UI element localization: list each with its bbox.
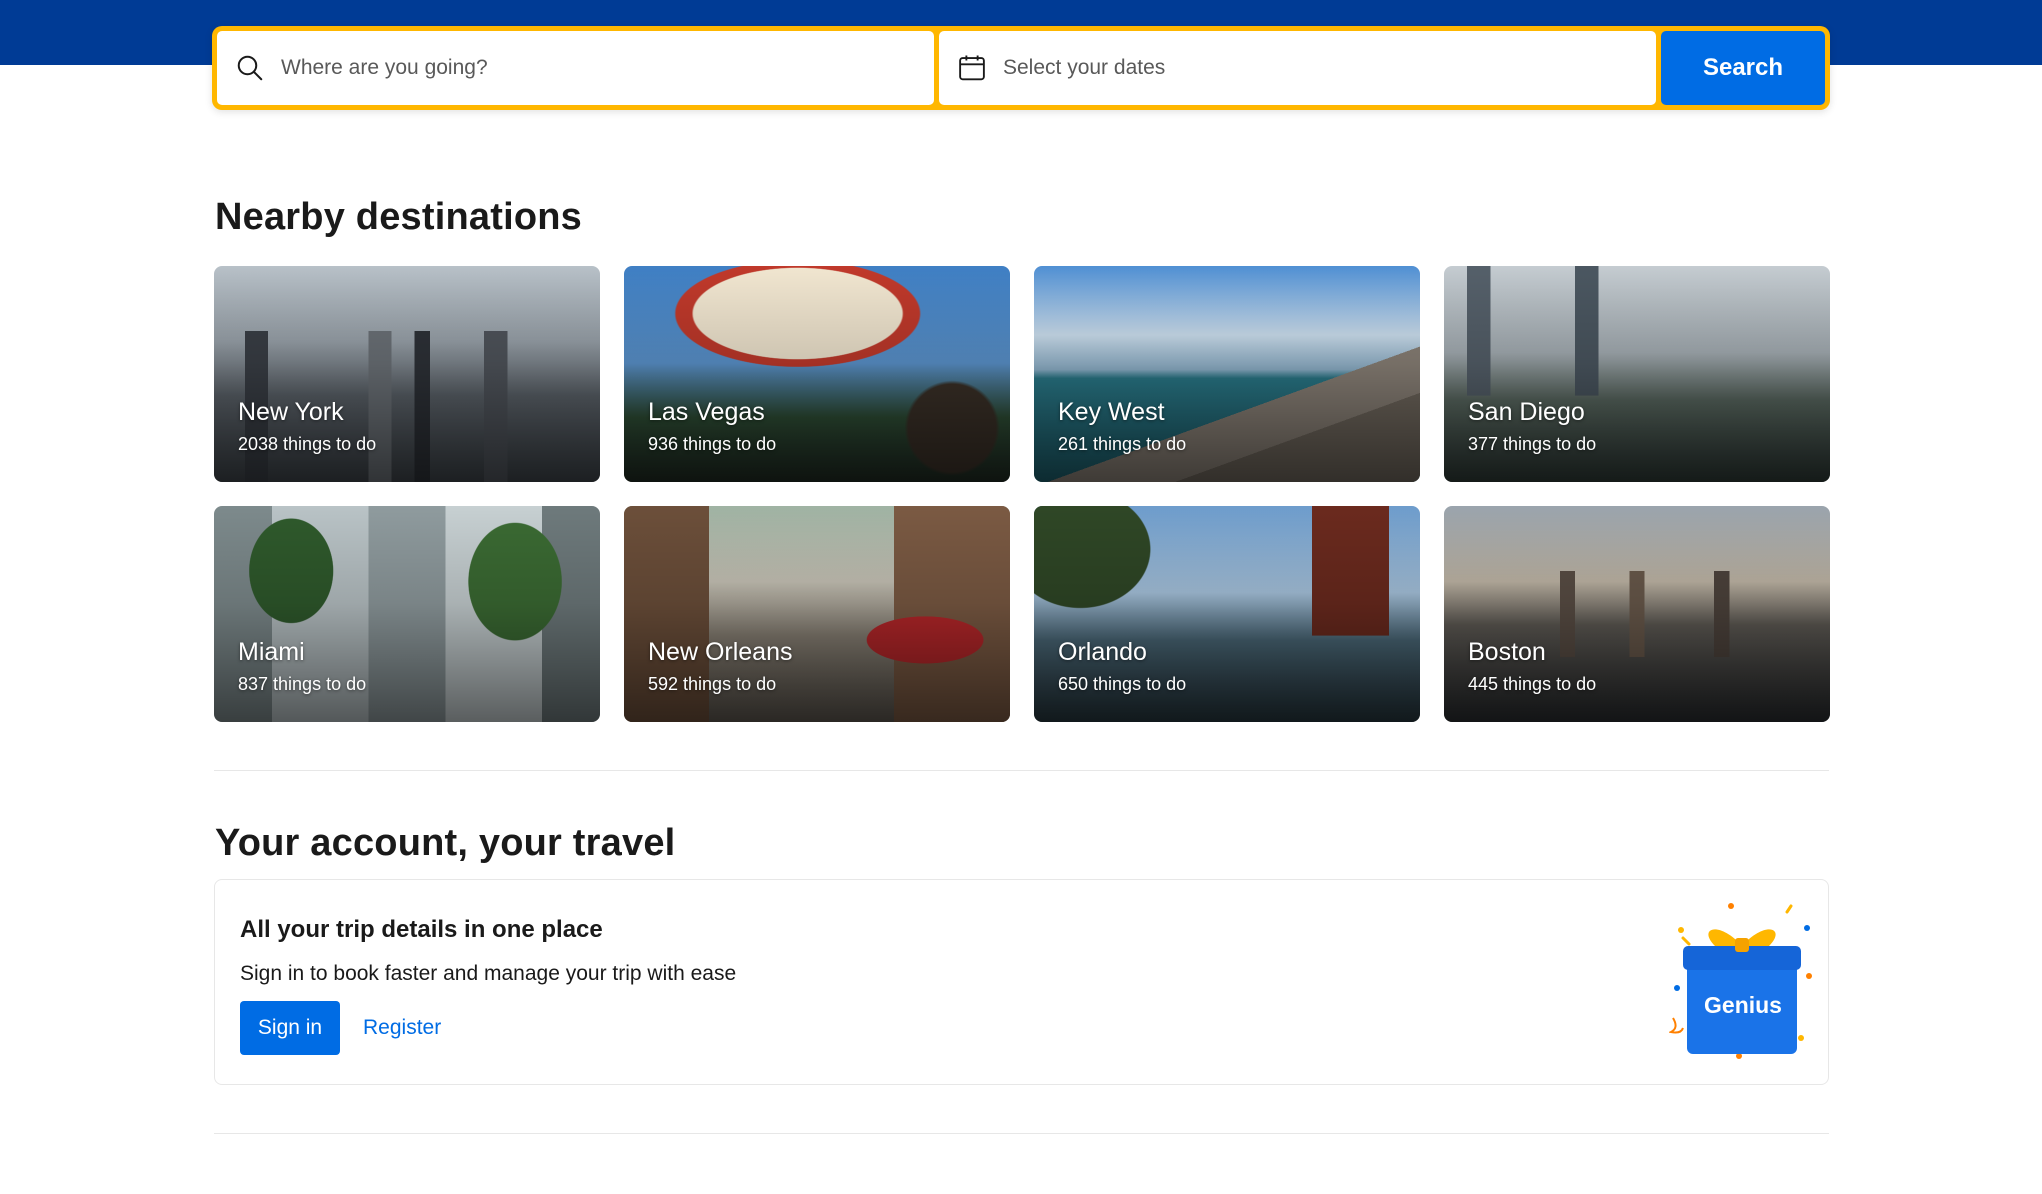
destination-field[interactable] bbox=[217, 31, 934, 105]
destination-name: Miami bbox=[238, 638, 305, 666]
destination-input[interactable] bbox=[281, 56, 916, 80]
destination-count: 592 things to do bbox=[648, 674, 777, 694]
destination-count: 377 things to do bbox=[1468, 434, 1597, 454]
sign-in-button[interactable]: Sign in bbox=[240, 1001, 340, 1055]
destination-card-new-york[interactable]: New York 2038 things to do bbox=[214, 266, 600, 482]
destination-count: 2038 things to do bbox=[238, 434, 377, 454]
register-link[interactable]: Register bbox=[363, 1016, 441, 1040]
destination-name: San Diego bbox=[1468, 398, 1585, 426]
section-divider bbox=[214, 770, 1829, 771]
destination-count: 837 things to do bbox=[238, 674, 367, 694]
account-card-heading: All your trip details in one place bbox=[240, 916, 603, 943]
account-card: All your trip details in one place Sign … bbox=[214, 879, 1829, 1085]
account-section-title: Your account, your travel bbox=[215, 822, 676, 864]
destination-card-orlando[interactable]: Orlando 650 things to do bbox=[1034, 506, 1420, 722]
destination-count: 445 things to do bbox=[1468, 674, 1597, 694]
destination-count: 936 things to do bbox=[648, 434, 777, 454]
calendar-icon bbox=[957, 53, 987, 83]
destination-name: New York bbox=[238, 398, 344, 426]
section-divider bbox=[214, 1133, 1829, 1134]
destination-card-key-west[interactable]: Key West 261 things to do bbox=[1034, 266, 1420, 482]
dates-field[interactable]: Select your dates bbox=[939, 31, 1656, 105]
genius-gift-illustration: Genius bbox=[1667, 898, 1815, 1068]
destinations-grid: New York 2038 things to do Las Vegas 936… bbox=[214, 266, 1830, 722]
destination-card-boston[interactable]: Boston 445 things to do bbox=[1444, 506, 1830, 722]
destination-name: Las Vegas bbox=[648, 398, 765, 426]
destination-name: Key West bbox=[1058, 398, 1165, 426]
genius-label: Genius bbox=[1704, 992, 1782, 1018]
nearby-destinations-title: Nearby destinations bbox=[215, 196, 583, 238]
destination-count: 650 things to do bbox=[1058, 674, 1187, 694]
account-card-subtext: Sign in to book faster and manage your t… bbox=[240, 962, 737, 985]
destination-card-las-vegas[interactable]: Las Vegas 936 things to do bbox=[624, 266, 1010, 482]
destination-name: Orlando bbox=[1058, 638, 1147, 666]
gift-icon bbox=[1667, 903, 1812, 1059]
destination-card-san-diego[interactable]: San Diego 377 things to do bbox=[1444, 266, 1830, 482]
destination-card-miami[interactable]: Miami 837 things to do bbox=[214, 506, 600, 722]
search-button[interactable]: Search bbox=[1661, 31, 1825, 105]
destination-count: 261 things to do bbox=[1058, 434, 1187, 454]
search-bar: Select your dates Search bbox=[212, 26, 1830, 110]
destination-name: New Orleans bbox=[648, 638, 793, 666]
destination-name: Boston bbox=[1468, 638, 1546, 666]
dates-placeholder[interactable]: Select your dates bbox=[1003, 56, 1165, 80]
destination-card-new-orleans[interactable]: New Orleans 592 things to do bbox=[624, 506, 1010, 722]
search-icon bbox=[235, 53, 265, 83]
